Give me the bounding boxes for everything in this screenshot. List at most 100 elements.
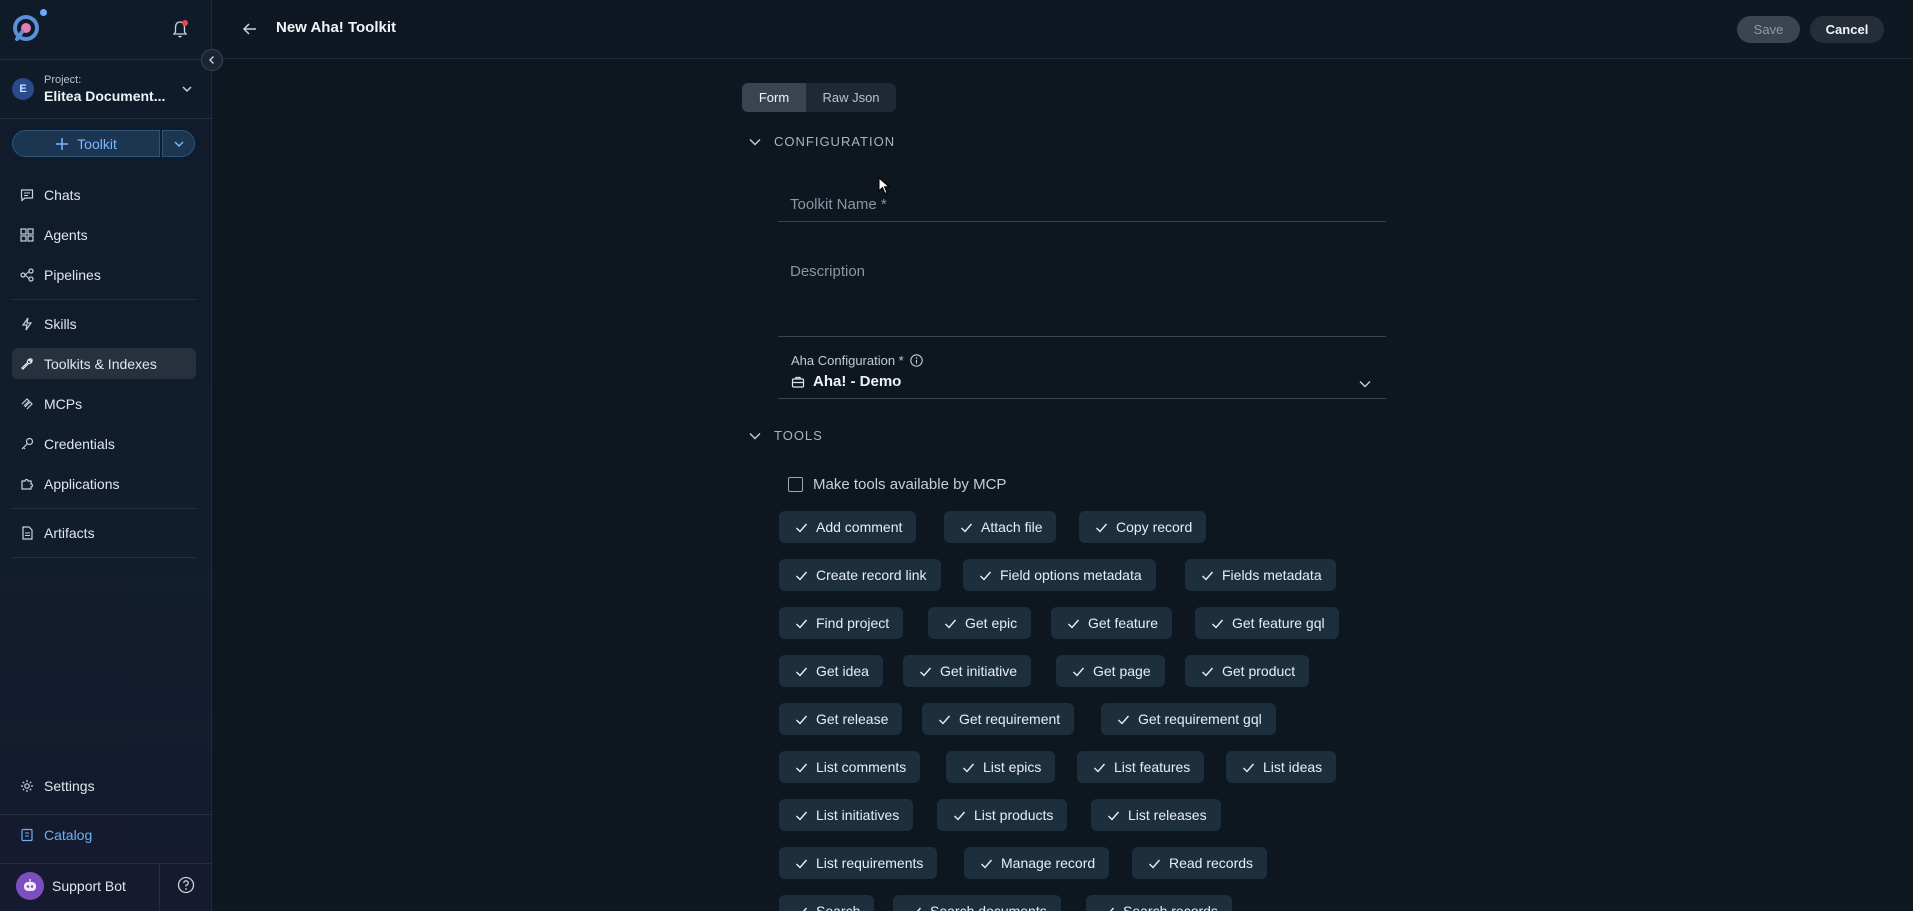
cancel-button[interactable]: Cancel [1810,16,1884,43]
sidebar-item-label: Catalog [44,826,93,843]
support-bot[interactable]: Support Bot [0,864,212,911]
tool-chip-label: List epics [983,759,1042,775]
tool-chip[interactable]: Manage record [964,847,1110,879]
tool-chip-label: List requirements [816,855,924,871]
sidebar-item-artifacts[interactable]: Artifacts [12,517,196,548]
tool-chip[interactable]: List products [937,799,1068,831]
tool-chip[interactable]: Search records [1086,895,1232,911]
tool-chip-label: Get requirement [959,711,1061,727]
tool-chip[interactable]: Get release [779,703,903,735]
tool-chip[interactable]: Get epic [928,607,1032,639]
sidebar-item-agents[interactable]: Agents [12,219,196,250]
tool-chip[interactable]: Find project [779,607,904,639]
tool-chip[interactable]: List releases [1091,799,1221,831]
description-field[interactable]: Description [778,248,1386,337]
tool-chip-label: Get product [1222,663,1296,679]
check-icon [1073,667,1085,677]
tool-chip[interactable]: Get requirement gql [1101,703,1276,735]
sidebar-item-chats[interactable]: Chats [12,179,196,210]
tool-chip[interactable]: List epics [946,751,1056,783]
tool-chip[interactable]: Create record link [779,559,941,591]
project-label: Project: [44,74,82,86]
tool-chip[interactable]: Search documents [893,895,1061,911]
tab-form[interactable]: Form [742,83,806,112]
tool-chip[interactable]: List ideas [1226,751,1337,783]
file-icon [22,525,33,540]
tool-chip[interactable]: Get feature [1051,607,1173,639]
sidebar-item-pipelines[interactable]: Pipelines [12,259,196,290]
create-toolkit-button[interactable]: Toolkit [12,130,160,157]
configuration-heading: CONFIGURATION [774,134,896,149]
app-logo-icon[interactable] [11,13,41,43]
check-icon [796,667,808,677]
sidebar-item-label: Agents [44,226,88,243]
sidebar-item-credentials[interactable]: Credentials [12,428,196,459]
tool-chip[interactable]: Get feature gql [1195,607,1339,639]
tool-chip[interactable]: Copy record [1079,511,1207,543]
check-icon [796,763,808,773]
wrench-icon [21,357,33,370]
sidebar-item-toolkits-indexes[interactable]: Toolkits & Indexes [12,348,196,379]
plus-icon [56,137,69,150]
save-button[interactable]: Save [1737,16,1800,43]
sidebar-item-label: Pipelines [44,266,101,283]
tools-heading: TOOLS [774,428,823,443]
configuration-section-toggle[interactable]: CONFIGURATION [748,134,895,149]
tools-section-toggle[interactable]: TOOLS [748,428,823,443]
info-icon[interactable] [910,354,923,367]
project-selector[interactable]: E Project: Elitea Document... [12,72,202,108]
tool-chip[interactable]: Attach file [944,511,1057,543]
tool-chip-label: List releases [1128,807,1207,823]
sidebar-item-label: Credentials [44,435,115,452]
tool-chip[interactable]: Add comment [779,511,917,543]
tool-chip-label: List features [1114,759,1191,775]
tool-chip-label: Manage record [1001,855,1096,871]
check-icon [1202,667,1214,677]
tool-chip[interactable]: Fields metadata [1185,559,1336,591]
aha-configuration-select[interactable]: Aha! - Demo [791,373,901,390]
tool-chip[interactable]: List initiatives [779,799,914,831]
divider [0,118,212,119]
check-icon [961,523,973,533]
tool-chip-label: Search records [1123,903,1218,911]
help-icon[interactable] [177,876,195,894]
tool-chip[interactable]: List requirements [779,847,938,879]
aha-configuration-label-text: Aha Configuration * [791,353,904,368]
sidebar-item-settings[interactable]: Settings [12,770,196,801]
tool-chip[interactable]: Get page [1056,655,1165,687]
tool-chip[interactable]: List comments [779,751,921,783]
page-title: New Aha! Toolkit [276,19,396,36]
collapse-sidebar-button[interactable] [201,49,223,71]
mcp-availability-option[interactable]: Make tools available by MCP [788,476,1006,493]
chevron-down-icon [749,432,761,439]
tool-chip[interactable]: Get product [1185,655,1310,687]
divider [0,59,212,60]
sidebar-item-mcps[interactable]: MCPs [12,388,196,419]
toolkit-name-field[interactable]: Toolkit Name * [778,178,1386,222]
tool-chip-label: Search [816,903,861,911]
sidebar-item-skills[interactable]: Skills [12,308,196,339]
create-menu-dropdown-button[interactable] [162,130,195,157]
tool-chip[interactable]: Read records [1132,847,1268,879]
tool-chip-label: Get feature gql [1232,615,1325,631]
tool-chip[interactable]: Search [779,895,875,911]
back-arrow-icon[interactable] [242,21,258,37]
tool-chip[interactable]: Field options metadata [963,559,1156,591]
tool-chip[interactable]: Get idea [779,655,883,687]
check-icon [981,859,993,869]
project-name: Elitea Document... [44,88,166,104]
support-bot-label: Support Bot [52,878,126,894]
tool-chip-label: Read records [1169,855,1254,871]
tab-raw-json[interactable]: Raw Json [806,83,896,112]
chevron-down-icon[interactable] [1358,377,1372,391]
tool-chip[interactable]: Get requirement [922,703,1075,735]
mcp-checkbox[interactable] [788,477,803,492]
tool-chip-label: List initiatives [816,807,900,823]
tool-chip[interactable]: Get initiative [903,655,1032,687]
tool-chip[interactable]: List features [1077,751,1205,783]
create-toolkit-label: Toolkit [77,135,117,152]
tool-chip-label: Attach file [981,519,1043,535]
sidebar-item-applications[interactable]: Applications [12,468,196,499]
tool-chip-label: Add comment [816,519,903,535]
sidebar-item-catalog[interactable]: Catalog [12,819,196,850]
